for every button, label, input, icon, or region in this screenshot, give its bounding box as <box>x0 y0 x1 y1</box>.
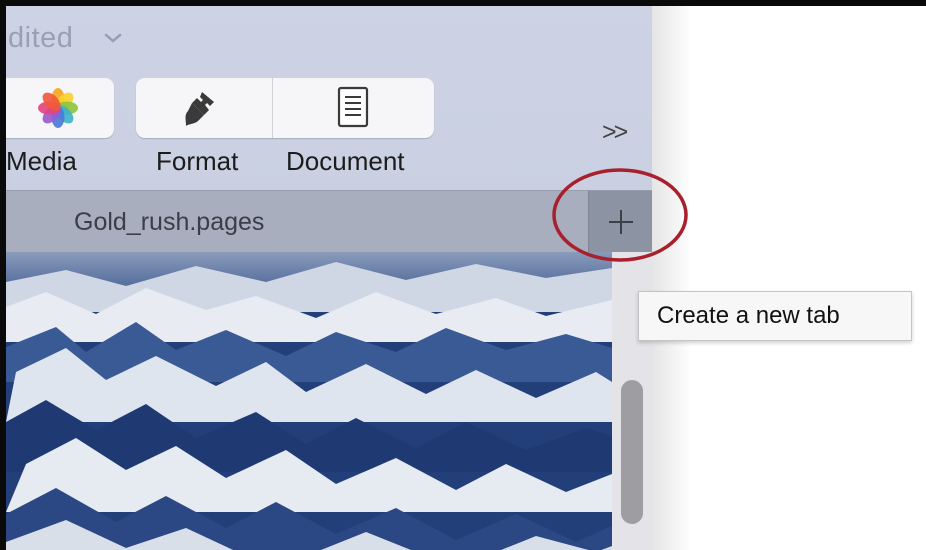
format-button[interactable] <box>136 78 272 138</box>
screenshot-frame: dited Media Format Document >> Gold_rush… <box>0 0 926 550</box>
media-button[interactable] <box>6 78 114 138</box>
paintbrush-icon <box>185 92 214 126</box>
document-icon <box>337 86 369 128</box>
scrollbar-thumb[interactable] <box>621 380 643 524</box>
tooltip-text: Create a new tab <box>657 302 840 329</box>
chevron-down-icon[interactable] <box>102 28 124 48</box>
document-label: Document <box>286 146 405 176</box>
photos-flower-icon <box>38 88 78 128</box>
window-edge-shadow <box>652 6 692 550</box>
format-document-group <box>136 78 434 138</box>
new-tab-tooltip: Create a new tab <box>638 291 912 341</box>
pages-window: dited Media Format Document >> Gold_rush… <box>6 6 652 550</box>
format-label: Format <box>156 146 239 176</box>
media-label: Media <box>6 146 77 176</box>
tab-gold-rush[interactable]: Gold_rush.pages <box>74 208 264 237</box>
window-title[interactable]: dited <box>8 22 73 55</box>
toolbar-overflow-button[interactable]: >> <box>602 118 628 147</box>
highlight-ring <box>552 168 688 262</box>
mountain-photo <box>6 252 612 550</box>
document-button[interactable] <box>273 78 434 138</box>
